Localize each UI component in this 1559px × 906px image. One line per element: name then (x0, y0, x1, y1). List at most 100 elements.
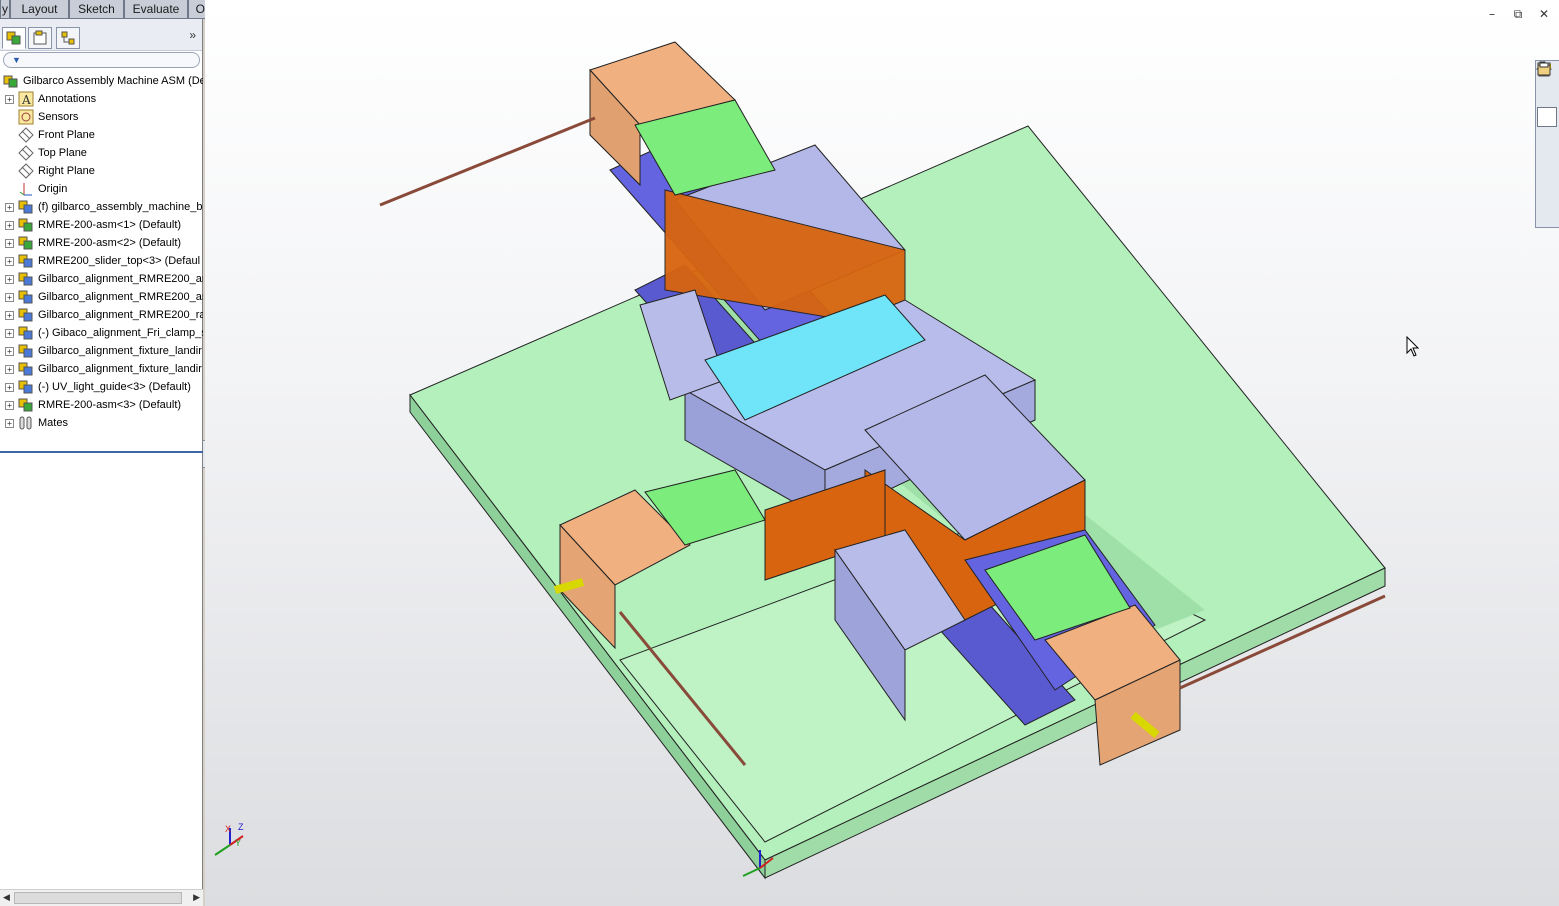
tree-item-label: Annotations (38, 93, 97, 105)
expand-node-icon[interactable]: + (5, 328, 14, 338)
custom-properties-icon (1537, 62, 1551, 76)
tab-evaluate[interactable]: Evaluate (124, 0, 188, 19)
tab-assembly[interactable]: y (0, 0, 10, 19)
expand-node-icon[interactable]: + (5, 346, 14, 356)
part-icon (18, 289, 34, 305)
tree-item[interactable]: + RMRE-200-asm<2> (Default) (0, 234, 203, 252)
tree-item[interactable]: + A Annotations (0, 90, 203, 108)
expand-panel-icon[interactable]: » (189, 28, 196, 42)
plane-icon (18, 127, 34, 143)
task-pane-file-explorer[interactable] (1537, 62, 1557, 127)
expand-node-icon[interactable]: + (5, 94, 14, 104)
task-pane-custom-properties[interactable] (1537, 62, 1557, 215)
part-icon (18, 361, 34, 377)
tree-item[interactable]: + Gilbarco_alignment_RMRE200_ar (0, 270, 203, 288)
configuration-manager-tab[interactable] (56, 27, 80, 49)
tree-item[interactable]: Origin (0, 180, 203, 198)
expand-node-icon[interactable]: + (5, 292, 14, 302)
feature-tree: Gilbarco Assembly Machine ASM (Def + A Anno… (0, 72, 203, 432)
tree-item[interactable]: + Gilbarco_alignment_fixture_landir (0, 360, 203, 378)
tree-item[interactable]: + RMRE-200-asm<1> (Default) (0, 216, 203, 234)
tree-item[interactable]: + Mates (0, 414, 203, 432)
task-pane-search[interactable] (1537, 63, 1557, 149)
expand-node-icon[interactable]: + (5, 382, 14, 392)
scroll-left-arrow-icon[interactable]: ◀ (3, 892, 10, 903)
tree-item[interactable]: + RMRE200_slider_top<3> (Defaul (0, 252, 203, 270)
window-controls: – ⧉ ✕ (1485, 6, 1551, 22)
plane-icon (18, 145, 34, 161)
tree-item[interactable]: Right Plane (0, 162, 203, 180)
tree-item-label: Gilbarco Assembly Machine ASM (Def (23, 75, 203, 87)
tree-item-label: RMRE-200-asm<3> (Default) (38, 399, 182, 411)
plane-icon (18, 163, 34, 179)
mouse-cursor-icon (1406, 336, 1420, 357)
graphics-area[interactable]: Z X Y (205, 0, 1559, 906)
tree-item-label: RMRE-200-asm<2> (Default) (38, 237, 182, 249)
property-manager-tab[interactable] (28, 27, 52, 49)
tree-item-label: RMRE200_slider_top<3> (Defaul (38, 255, 201, 267)
tree-item-label: (-) Gibaco_alignment_Fri_clamp_s (38, 327, 203, 339)
expand-node-icon[interactable]: + (5, 364, 14, 374)
view-triad-left: Z X Y (214, 822, 244, 856)
expand-node-icon[interactable]: + (5, 274, 14, 284)
tree-filter[interactable]: ▼ (3, 52, 200, 68)
part-icon (18, 379, 34, 395)
tree-item[interactable]: + Gilbarco_alignment_RMRE200_rai (0, 306, 203, 324)
tree-item[interactable]: + (-) Gibaco_alignment_Fri_clamp_s (0, 324, 203, 342)
tree-item[interactable]: Top Plane (0, 144, 203, 162)
tree-item[interactable]: + (-) UV_light_guide<3> (Default) (0, 378, 203, 396)
minimize-button[interactable]: – (1485, 7, 1499, 21)
tree-root-assembly[interactable]: Gilbarco Assembly Machine ASM (Def (0, 72, 203, 90)
svg-text:A: A (21, 93, 31, 107)
expand-node-icon[interactable]: + (5, 418, 14, 428)
tab-sketch[interactable]: Sketch (69, 0, 124, 19)
part-icon (18, 307, 34, 323)
expand-node-icon[interactable]: + (5, 256, 14, 266)
expand-node-icon[interactable]: + (5, 202, 14, 212)
tree-item[interactable]: Front Plane (0, 126, 203, 144)
task-pane-appearances[interactable] (1537, 63, 1557, 193)
expand-node-icon[interactable]: + (5, 220, 14, 230)
feature-manager-tab[interactable] (2, 27, 26, 49)
scrollbar-thumb[interactable] (14, 892, 182, 904)
panel-tabs: » (0, 19, 202, 51)
feature-tree-icon (6, 31, 21, 45)
tree-item-label: Mates (38, 417, 68, 429)
expand-node-icon[interactable]: + (5, 238, 14, 248)
subassembly-icon (18, 235, 34, 251)
feature-manager-panel: » ▼ Gilbarco Assembly Machine ASM (Def + A… (0, 19, 203, 906)
tree-item-label: (-) UV_light_guide<3> (Default) (38, 381, 191, 393)
panel-horizontal-scrollbar[interactable]: ◀ ▶ (0, 889, 203, 906)
tree-item[interactable]: + Gilbarco_alignment_RMRE200_ar (0, 288, 203, 306)
expand-node-icon[interactable]: + (5, 310, 14, 320)
triad-x-label: X (225, 824, 231, 834)
sensors-icon (18, 109, 34, 125)
scroll-right-arrow-icon[interactable]: ▶ (193, 892, 200, 903)
assembly-model-view[interactable]: Z X Y (205, 0, 1559, 906)
tab-layout[interactable]: Layout (10, 0, 69, 19)
tree-item-label: Origin (38, 183, 68, 195)
part-icon (18, 343, 34, 359)
task-pane-view-palette[interactable] (1537, 62, 1557, 171)
panel-splitter[interactable] (0, 451, 203, 453)
subassembly-icon (18, 217, 34, 233)
tree-item-label: Gilbarco_alignment_fixture_landir (38, 363, 202, 375)
tree-item-label: Gilbarco_alignment_RMRE200_ar (38, 273, 203, 285)
tree-item-label: Gilbarco_alignment_fixture_landir (38, 345, 202, 357)
tree-item-label: Sensors (38, 111, 79, 123)
task-pane-design-library[interactable] (1537, 61, 1557, 105)
tree-item[interactable]: + (f) gilbarco_assembly_machine_b (0, 198, 203, 216)
tree-item[interactable]: + Gilbarco_alignment_fixture_landir (0, 342, 203, 360)
rod-top (379, 116, 596, 207)
tree-item-label: Gilbarco_alignment_RMRE200_rai (38, 309, 203, 321)
triad-y-label: Y (235, 838, 241, 848)
restore-button[interactable]: ⧉ (1511, 7, 1525, 21)
configuration-manager-icon (61, 31, 75, 45)
tree-item-label: Right Plane (38, 165, 95, 177)
tree-item-label: Top Plane (38, 147, 87, 159)
close-button[interactable]: ✕ (1537, 7, 1551, 21)
tree-item-label: RMRE-200-asm<1> (Default) (38, 219, 182, 231)
expand-node-icon[interactable]: + (5, 400, 14, 410)
tree-item[interactable]: Sensors (0, 108, 203, 126)
tree-item[interactable]: + RMRE-200-asm<3> (Default) (0, 396, 203, 414)
